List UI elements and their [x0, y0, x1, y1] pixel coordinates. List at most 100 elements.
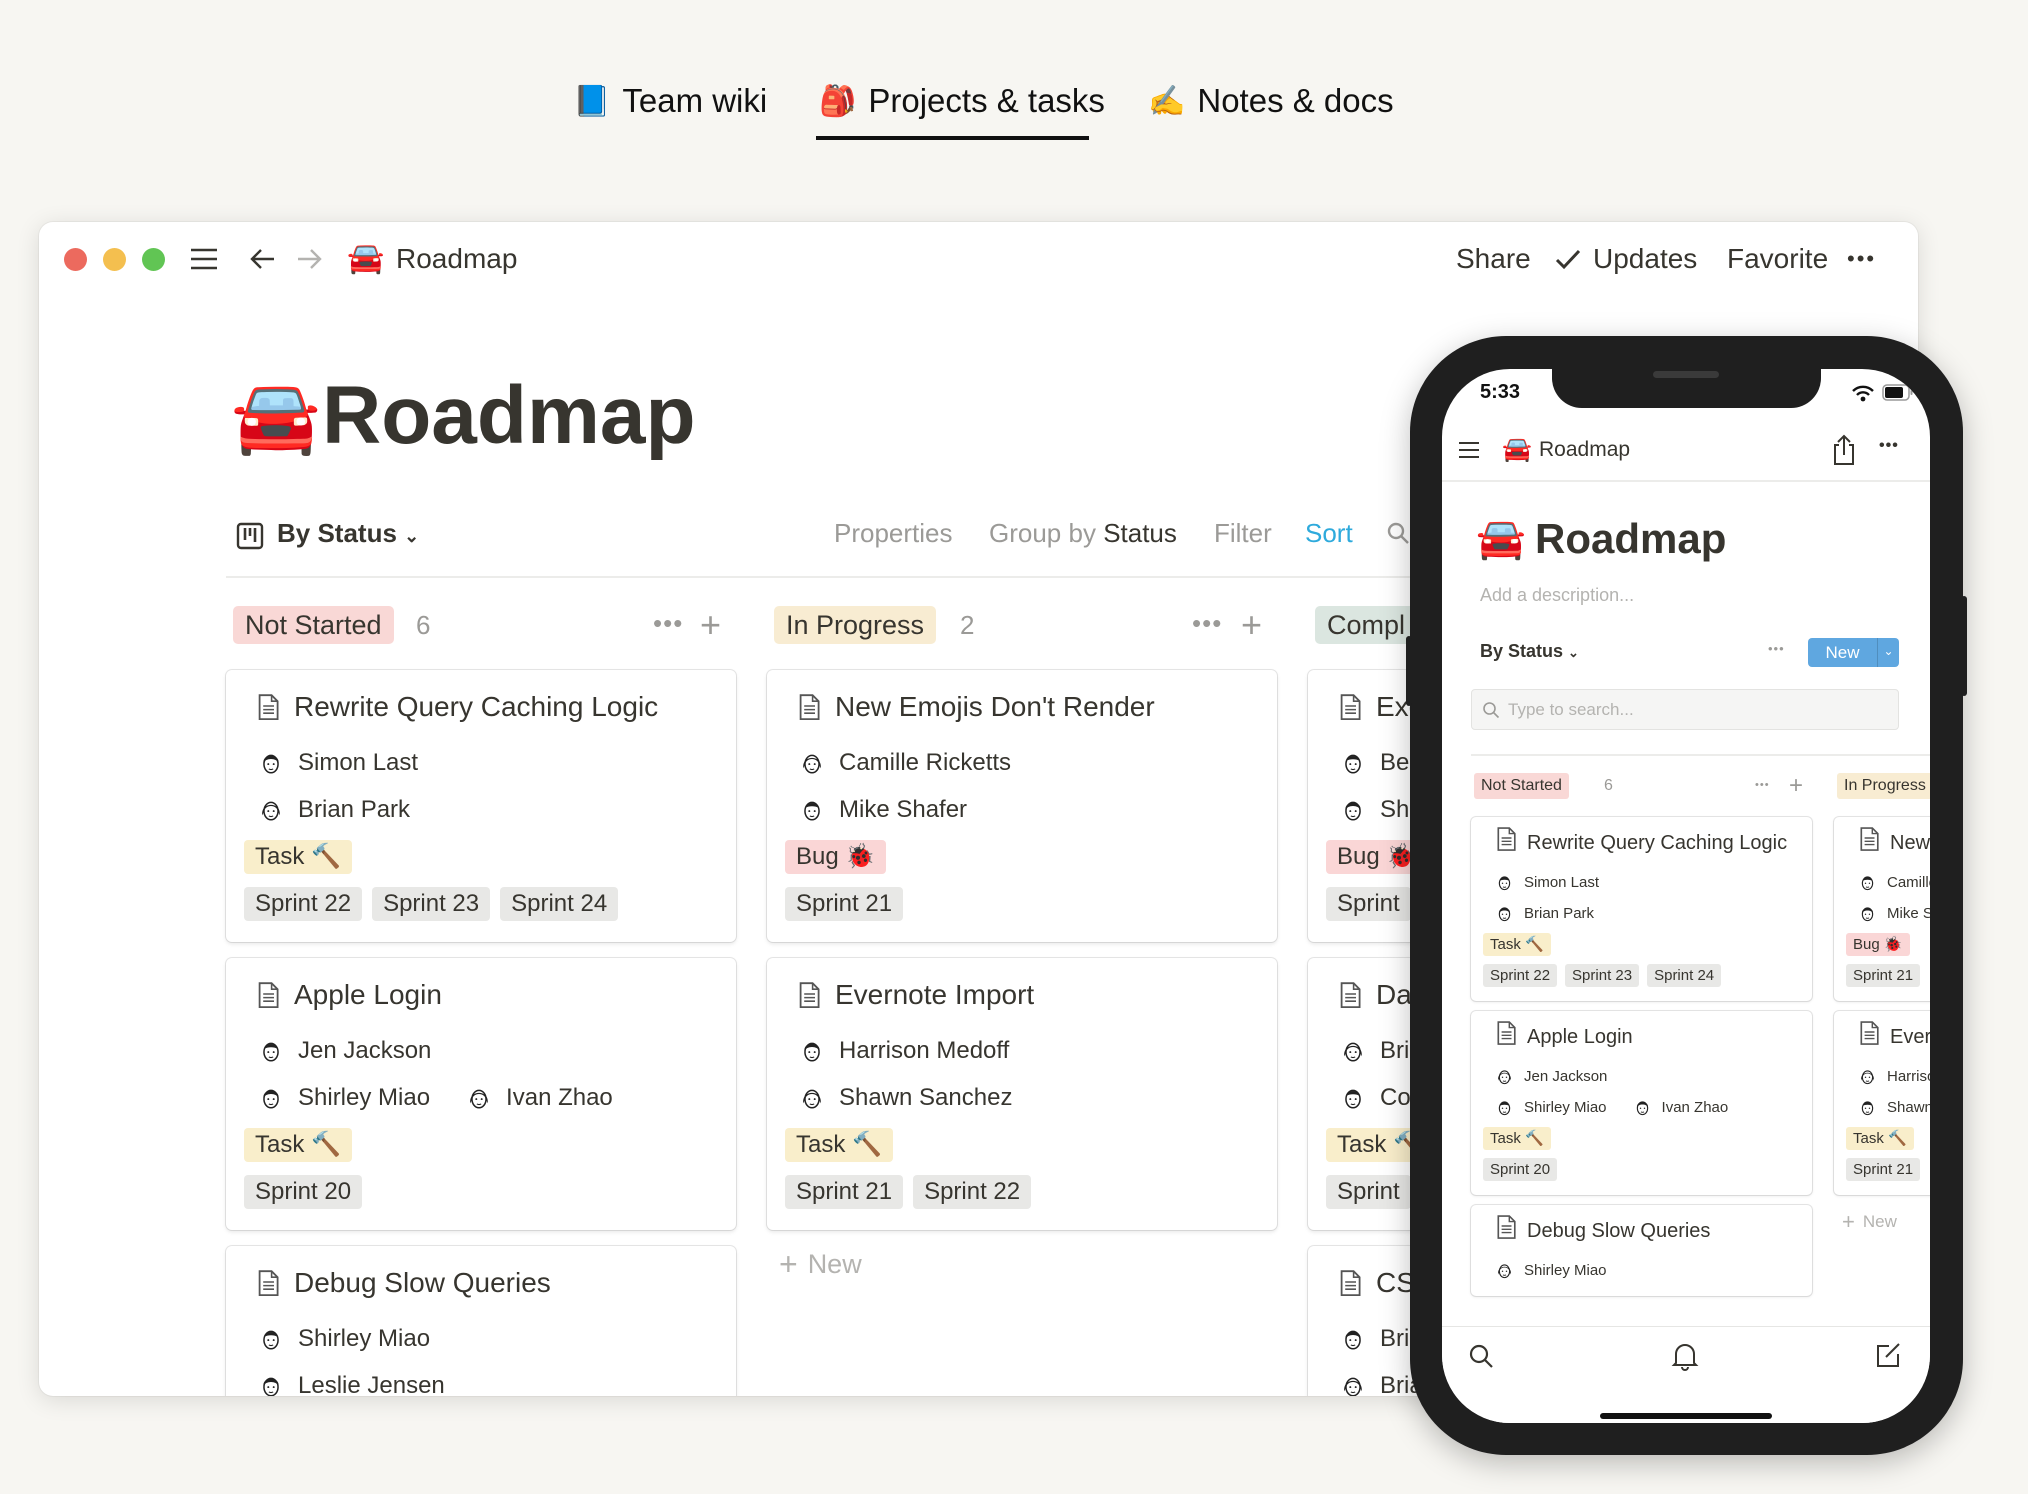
add-card-icon[interactable]: + — [1789, 771, 1803, 801]
avatar — [1345, 1330, 1361, 1350]
status-pill[interactable]: Compl — [1315, 606, 1418, 644]
more-options-button[interactable]: ••• — [1847, 242, 1876, 276]
tab-label: Notes & docs — [1197, 82, 1394, 119]
favorite-button[interactable]: Favorite — [1727, 242, 1828, 276]
search-input[interactable]: Type to search... — [1471, 689, 1899, 730]
menu-icon[interactable] — [1456, 437, 1482, 463]
card-title: Evernote Import — [1890, 1026, 1930, 1048]
person-name: Brian Park — [1524, 905, 1595, 922]
avatar — [263, 754, 279, 774]
board-column: In Progress New Emojis Don't Render Camill… — [1834, 771, 1930, 1235]
people-row: Shirley Miao Ivan Zhao — [1483, 1092, 1800, 1123]
breadcrumb[interactable]: Roadmap — [396, 242, 517, 276]
updates-button[interactable]: Updates — [1593, 242, 1697, 276]
search-placeholder: Type to search... — [1508, 699, 1634, 719]
person-name: Shirley Miao — [298, 1324, 431, 1352]
board-card[interactable]: Rewrite Query Caching Logic Simon Last Bri… — [226, 670, 736, 942]
avatar — [1345, 754, 1361, 774]
avatar — [1344, 1042, 1362, 1062]
avatar — [1498, 1264, 1511, 1279]
avatar — [1636, 1101, 1648, 1116]
group-by-button[interactable]: Group by Status — [989, 515, 1177, 551]
status-pill[interactable]: In Progress — [1837, 773, 1930, 799]
new-card-button[interactable]: + New — [1834, 1209, 1930, 1235]
sprint-tag: Sprint 22 — [1483, 964, 1558, 987]
board-card[interactable]: Evernote Import Harrison Medoff Shawn Sanc… — [1834, 1011, 1930, 1195]
board-card[interactable]: New Emojis Don't Render Camille Ricketts M… — [767, 670, 1277, 942]
board-card[interactable]: Debug Slow Queries Shirley Miao — [1471, 1205, 1812, 1296]
tab-projects-tasks[interactable]: 🎒 Projects & tasks — [819, 78, 1105, 124]
avatar — [804, 1042, 820, 1062]
board-card[interactable]: Apple Login Jen Jackson Shirley Miao Ivan Z… — [226, 958, 736, 1230]
more-options-button[interactable]: ••• — [1879, 437, 1899, 455]
column-options-icon[interactable]: ••• — [1192, 606, 1222, 640]
column-options-icon[interactable]: ••• — [653, 606, 683, 640]
page-icon-car[interactable]: 🚘 — [231, 372, 321, 462]
sprint-tag: Sprint 21 — [785, 1174, 904, 1209]
card-title-row: Debug Slow Queries — [1495, 1215, 1800, 1247]
bell-icon[interactable] — [1671, 1341, 1699, 1371]
back-arrow-icon[interactable] — [246, 242, 280, 276]
status-pill[interactable]: Not Started — [233, 606, 394, 644]
chevron-down-icon[interactable]: ⌄ — [1877, 638, 1899, 667]
add-card-icon[interactable]: + — [1241, 602, 1262, 648]
people-row: Harrison Medoff — [1846, 1061, 1930, 1092]
board-card[interactable]: Debug Slow Queries Shirley Miao Leslie Jen… — [226, 1246, 736, 1396]
search-icon[interactable] — [1467, 1342, 1495, 1370]
view-selector[interactable]: By Status ⌄ — [277, 515, 419, 551]
person-name: Shirley Miao — [1524, 1262, 1607, 1279]
card-title-row: Debug Slow Queries — [256, 1260, 718, 1306]
status-pill[interactable]: Not Started — [1474, 773, 1569, 799]
share-icon[interactable] — [1830, 433, 1858, 467]
avatar — [1498, 907, 1511, 922]
home-indicator — [1600, 1413, 1772, 1419]
view-options-button[interactable]: ••• — [1768, 641, 1785, 656]
check-icon — [1555, 249, 1581, 270]
page-title[interactable]: Roadmap — [322, 366, 696, 466]
menu-icon[interactable] — [187, 242, 221, 276]
search-icon[interactable] — [1385, 520, 1411, 546]
avatar — [470, 1089, 488, 1109]
description-field[interactable]: Add a description... — [1480, 585, 1634, 606]
card-title-row: Apple Login — [256, 972, 718, 1018]
view-selector[interactable]: By Status ⌄ — [1480, 641, 1579, 662]
group-by-value: Status — [1103, 518, 1177, 548]
nav-title[interactable]: Roadmap — [1539, 437, 1630, 463]
avatar — [1345, 1089, 1361, 1109]
card-title: Rewrite Query Caching Logic — [294, 691, 659, 722]
phone-screen: 5:33 🚘 Roadmap ••• 🚘 Roadmap Add a descr… — [1442, 369, 1930, 1423]
new-card-button[interactable]: + New — [767, 1246, 1277, 1283]
board-card[interactable]: Evernote Import Harrison Medoff Shawn Sanc… — [767, 958, 1277, 1230]
page-icon — [1497, 1021, 1516, 1045]
maximize-window-button[interactable] — [142, 248, 165, 271]
phone-speaker — [1653, 371, 1719, 378]
close-window-button[interactable] — [64, 248, 87, 271]
minimize-window-button[interactable] — [103, 248, 126, 271]
car-icon: 🚘 — [347, 242, 385, 275]
page-icon — [799, 694, 820, 720]
board-card[interactable]: Rewrite Query Caching Logic Simon Last Bri… — [1471, 817, 1812, 1001]
column-options-icon[interactable]: ••• — [1755, 773, 1770, 797]
page-icon-car[interactable]: 🚘 — [1476, 514, 1526, 564]
share-button[interactable]: Share — [1456, 242, 1531, 276]
compose-icon[interactable] — [1874, 1341, 1902, 1369]
forward-arrow-icon[interactable] — [292, 242, 326, 276]
page-title[interactable]: Roadmap — [1535, 513, 1726, 565]
board-card[interactable]: Apple Login Jen Jackson Shirley Miao Ivan Z… — [1471, 1011, 1812, 1195]
tab-team-wiki[interactable]: 📘 Team wiki — [573, 78, 767, 124]
tab-notes-docs[interactable]: ✍️ Notes & docs — [1148, 78, 1394, 124]
person-name: Shawn Sanchez — [1887, 1099, 1930, 1116]
type-tag: Task 🔨 — [244, 1127, 352, 1162]
add-card-icon[interactable]: + — [700, 602, 721, 648]
type-tag: Task 🔨 — [785, 1127, 893, 1162]
properties-button[interactable]: Properties — [834, 515, 953, 551]
card-title: Evernote Import — [835, 979, 1035, 1010]
new-button[interactable]: New ⌄ — [1808, 638, 1899, 667]
filter-button[interactable]: Filter — [1214, 515, 1272, 551]
board-card[interactable]: New Emojis Don't Render Camille Ricketts M… — [1834, 817, 1930, 1001]
column-header: Not Started 6 ••• + — [1471, 771, 1812, 801]
sort-button[interactable]: Sort — [1305, 515, 1353, 551]
status-pill[interactable]: In Progress — [774, 606, 937, 644]
plus-icon: + — [779, 1246, 798, 1282]
column-cards: Rewrite Query Caching Logic Simon Last Bri… — [226, 670, 736, 1396]
